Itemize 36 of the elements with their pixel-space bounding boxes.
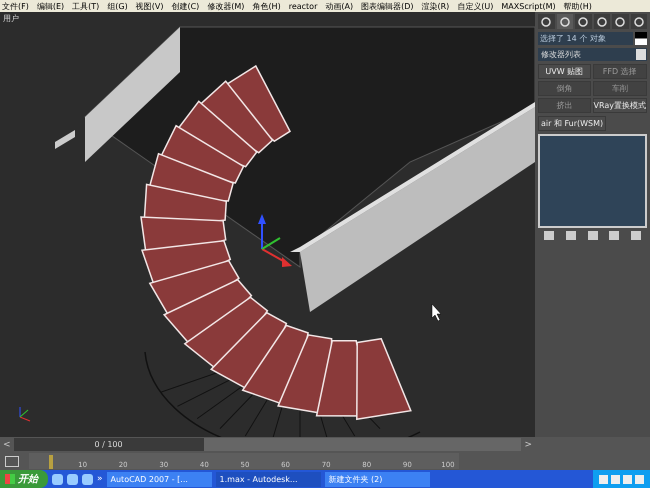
menu-item[interactable]: 自定义(U) [457, 0, 494, 12]
selection-name-field[interactable]: 选择了 14 个 对象 [538, 32, 633, 45]
menu-item[interactable]: 组(G) [107, 0, 128, 12]
menu-item[interactable]: 角色(H) [252, 0, 281, 12]
modifier-list-dropdown[interactable]: 修改器列表 [538, 48, 647, 61]
more-button[interactable]: » [97, 474, 103, 484]
color-swatch[interactable] [635, 32, 647, 45]
menu-item[interactable]: reactor [288, 2, 318, 10]
modifier-button[interactable]: VRay置换模式 [592, 98, 647, 113]
axis-tripod-icon [20, 406, 30, 422]
time-slider-thumb[interactable]: 0 / 100 [14, 438, 204, 451]
modifier-stack-list[interactable] [538, 134, 647, 228]
menu-item[interactable]: 创建(C) [171, 0, 200, 12]
menu-item[interactable]: 修改器(M) [207, 0, 244, 12]
viewport[interactable]: 用户 [0, 12, 535, 437]
start-button[interactable]: 开始 [0, 470, 48, 488]
menu-item[interactable]: 图表编辑器(D) [361, 0, 414, 12]
track-bar-icon[interactable] [5, 456, 19, 466]
keyframe-marker [49, 455, 53, 469]
taskbar-button[interactable]: AutoCAD 2007 - [... [106, 472, 212, 486]
menu-item[interactable]: 视图(V) [136, 0, 164, 12]
taskbar-button[interactable]: 1.max - Autodesk... [216, 472, 321, 486]
transform-gizmo-icon[interactable] [258, 214, 292, 267]
menu-item[interactable]: MAXScript(M) [501, 2, 556, 10]
menu-item[interactable]: 编辑(E) [36, 0, 64, 12]
menu-item[interactable]: 帮助(H) [564, 0, 592, 12]
viewport-label[interactable]: 用户 [3, 13, 19, 24]
modifier-button[interactable]: air 和 Fur(WSM) [538, 116, 606, 131]
menu-item[interactable]: 渲染(R) [421, 0, 450, 12]
menu-item[interactable]: 工具(T) [72, 0, 100, 12]
mouse-cursor-icon [432, 304, 442, 322]
taskbar-button[interactable]: 新建文件夹 (2) [324, 472, 430, 486]
time-slider[interactable]: 0 / 100 [14, 438, 522, 451]
menu-item[interactable]: 动画(A) [325, 0, 354, 12]
menu-item[interactable]: 文件(F) [2, 0, 29, 12]
modifier-button[interactable]: UVW 贴图 [538, 64, 590, 79]
